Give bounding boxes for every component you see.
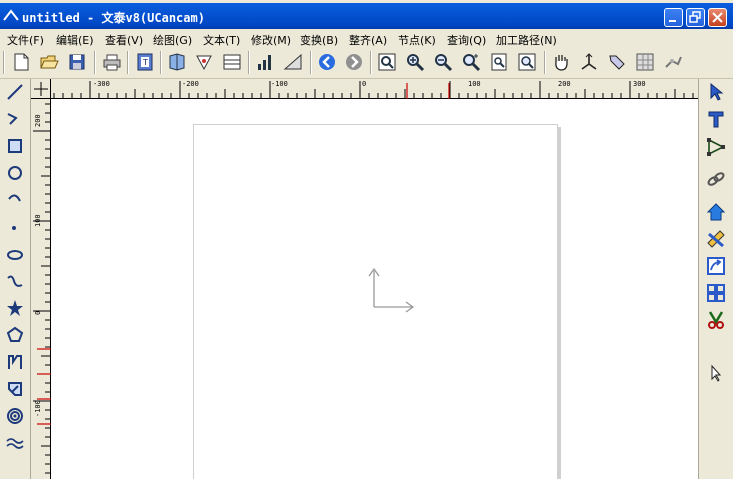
ruler-origin-corner[interactable] bbox=[31, 79, 51, 99]
print-icon[interactable] bbox=[101, 51, 123, 73]
vector-icon[interactable] bbox=[193, 51, 215, 73]
angle-icon[interactable] bbox=[282, 51, 304, 73]
ruler-label: -100 bbox=[271, 80, 288, 88]
property-toolbox bbox=[698, 79, 733, 479]
toolbar-separator bbox=[544, 51, 546, 74]
design-page[interactable] bbox=[193, 124, 558, 479]
line-icon[interactable] bbox=[4, 81, 26, 103]
node-edit-icon[interactable] bbox=[704, 135, 728, 159]
polyline-icon[interactable] bbox=[4, 108, 26, 130]
close-button[interactable] bbox=[708, 8, 727, 27]
sheet-icon[interactable] bbox=[221, 51, 243, 73]
open-icon[interactable] bbox=[38, 51, 60, 73]
ruler-label: 0 bbox=[362, 80, 367, 88]
toolbar-separator bbox=[370, 51, 372, 74]
pointer-icon[interactable] bbox=[704, 361, 728, 385]
engrave-icon[interactable] bbox=[662, 51, 684, 73]
circle-icon[interactable] bbox=[4, 162, 26, 184]
zoom-out-icon[interactable] bbox=[432, 51, 454, 73]
zoom-page-icon[interactable] bbox=[488, 51, 510, 73]
minimize-button[interactable] bbox=[664, 8, 683, 27]
ruler-label: 100 bbox=[468, 80, 481, 88]
text-tool-icon[interactable] bbox=[704, 107, 728, 131]
toolbar-separator bbox=[310, 51, 312, 74]
menu-align[interactable]: 整齐(A) bbox=[349, 32, 387, 48]
window-title: untitled - 文泰v8(UCancam) bbox=[22, 11, 205, 25]
arc-icon[interactable] bbox=[4, 189, 26, 211]
ruler-label: 0 bbox=[34, 310, 42, 315]
text-path-icon[interactable] bbox=[4, 351, 26, 373]
ruler-label: 300 bbox=[633, 80, 646, 88]
zoom-selection-icon[interactable] bbox=[460, 51, 482, 73]
wave-icon[interactable] bbox=[4, 432, 26, 454]
coordinate-axes-icon bbox=[368, 267, 415, 313]
horizontal-ruler[interactable]: -300 -200 -100 0 100 200 300 bbox=[51, 79, 698, 99]
ruler-label: -200 bbox=[182, 80, 199, 88]
transform-icon[interactable] bbox=[704, 254, 728, 278]
import-icon[interactable]: T bbox=[134, 51, 156, 73]
menu-toolpath[interactable]: 加工路径(N) bbox=[496, 32, 557, 48]
vertical-ruler[interactable]: 200 100 0 -100 bbox=[31, 99, 51, 479]
menu-edit[interactable]: 编辑(E) bbox=[56, 32, 94, 48]
new-icon[interactable] bbox=[10, 51, 32, 73]
zoom-window-icon[interactable] bbox=[376, 51, 398, 73]
ellipse-icon[interactable] bbox=[4, 243, 26, 265]
origin-icon[interactable] bbox=[578, 51, 600, 73]
spiral-icon[interactable] bbox=[4, 405, 26, 427]
menu-draw[interactable]: 绘图(G) bbox=[153, 32, 192, 48]
menu-bar: 文件(F) 编辑(E) 查看(V) 绘图(G) 文本(T) 修改(M) 变换(B… bbox=[0, 29, 733, 47]
app-logo-icon bbox=[3, 9, 19, 21]
point-icon[interactable] bbox=[4, 216, 26, 238]
bevel-icon[interactable] bbox=[606, 51, 628, 73]
menu-file[interactable]: 文件(F) bbox=[7, 32, 44, 48]
array-icon[interactable] bbox=[704, 281, 728, 305]
knife-icon[interactable] bbox=[704, 308, 728, 332]
menu-node[interactable]: 节点(K) bbox=[398, 32, 436, 48]
rectangle-icon[interactable] bbox=[4, 135, 26, 157]
select-arrow-icon[interactable] bbox=[704, 80, 728, 104]
arrow-shape-icon[interactable] bbox=[4, 378, 26, 400]
pan-hand-icon[interactable] bbox=[550, 51, 572, 73]
ruler-label: -100 bbox=[34, 400, 42, 417]
drawing-canvas[interactable] bbox=[51, 99, 698, 479]
menu-view[interactable]: 查看(V) bbox=[105, 32, 143, 48]
polygon-icon[interactable] bbox=[4, 324, 26, 346]
ruler-label: 200 bbox=[558, 80, 571, 88]
ruler-label: 100 bbox=[34, 214, 42, 227]
main-toolbar: T bbox=[0, 47, 733, 79]
spline-icon[interactable] bbox=[4, 270, 26, 292]
ruler-label: 200 bbox=[34, 114, 42, 127]
save-icon[interactable] bbox=[66, 51, 88, 73]
zoom-all-icon[interactable] bbox=[516, 51, 538, 73]
menu-query[interactable]: 查询(Q) bbox=[447, 32, 486, 48]
zoom-in-icon[interactable] bbox=[404, 51, 426, 73]
ruler-label: -300 bbox=[93, 80, 110, 88]
menu-text[interactable]: 文本(T) bbox=[203, 32, 240, 48]
ruler-pencil-icon[interactable] bbox=[704, 227, 728, 251]
menu-transform[interactable]: 变换(B) bbox=[300, 32, 338, 48]
toolbar-separator bbox=[94, 51, 96, 74]
app-window: untitled - 文泰v8(UCancam) 文件(F) 编辑(E) 查看(… bbox=[0, 0, 733, 479]
link-icon[interactable] bbox=[704, 167, 728, 191]
home-shape-icon[interactable] bbox=[704, 200, 728, 224]
restore-button[interactable] bbox=[686, 8, 705, 27]
undo-icon[interactable] bbox=[316, 51, 338, 73]
star-icon[interactable] bbox=[4, 297, 26, 319]
toolbar-separator bbox=[127, 51, 129, 74]
grid-icon[interactable] bbox=[634, 51, 656, 73]
menu-modify[interactable]: 修改(M) bbox=[251, 32, 291, 48]
export-icon[interactable] bbox=[166, 51, 188, 73]
redo-icon[interactable] bbox=[343, 51, 365, 73]
toolbar-separator bbox=[160, 51, 162, 74]
drawing-toolbox bbox=[0, 79, 31, 479]
toolbar-grip[interactable] bbox=[3, 51, 5, 74]
title-bar: untitled - 文泰v8(UCancam) bbox=[0, 3, 733, 29]
toolbar-separator bbox=[248, 51, 250, 74]
svg-text:T: T bbox=[142, 58, 148, 67]
measure-icon[interactable] bbox=[254, 51, 276, 73]
